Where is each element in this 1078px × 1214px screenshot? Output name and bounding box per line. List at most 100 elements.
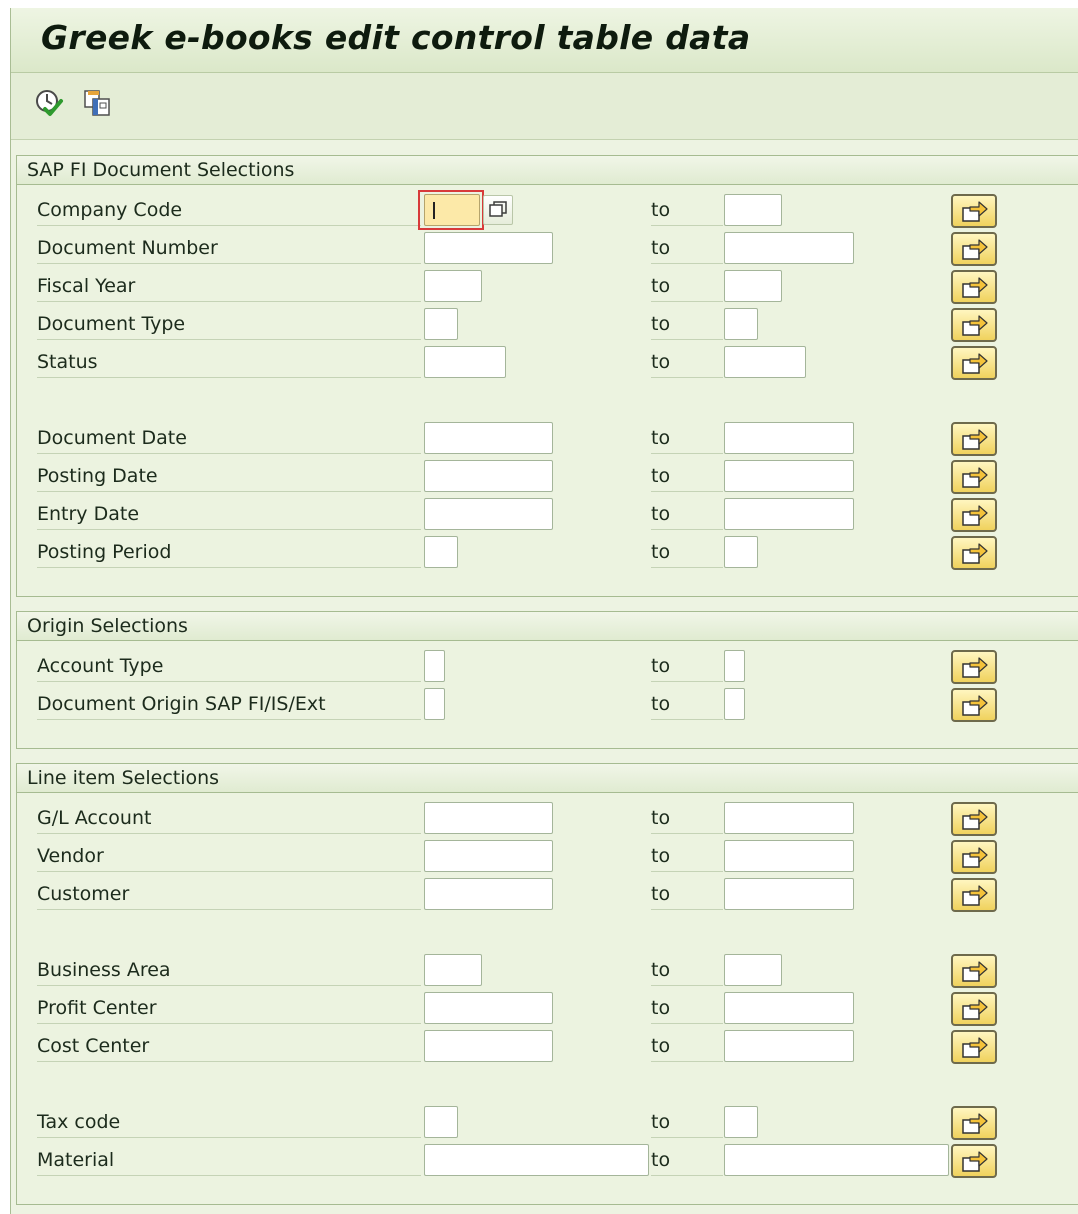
row-posting-date: Posting Date to [17,460,1078,494]
field-label: Posting Period [37,538,421,568]
customer-to-input[interactable] [724,878,854,910]
range-to-label: to [651,424,723,454]
multiple-selection-arrow-icon[interactable] [951,1144,997,1178]
field-label: Entry Date [37,500,421,530]
fiscal-year-from-input[interactable] [424,270,482,302]
multiple-selection-arrow-icon[interactable] [951,498,997,532]
section-title: Line item Selections [17,764,1078,793]
vendor-to-input[interactable] [724,840,854,872]
business-area-from-input[interactable] [424,954,482,986]
status-to-input[interactable] [724,346,806,378]
customer-from-input[interactable] [424,878,553,910]
row-vendor: Vendor to [17,840,1078,874]
material-to-input[interactable] [724,1144,949,1176]
profit-center-to-input[interactable] [724,992,854,1024]
range-to-label: to [651,538,723,568]
range-to-label: to [651,880,723,910]
row-fiscal-year: Fiscal Year to [17,270,1078,304]
posting-date-to-input[interactable] [724,460,854,492]
multiple-selection-arrow-icon[interactable] [951,194,997,228]
application-toolbar [11,73,1078,140]
posting-period-to-input[interactable] [724,536,758,568]
profit-center-from-input[interactable] [424,992,553,1024]
document-type-to-input[interactable] [724,308,758,340]
range-to-label: to [651,500,723,530]
multiple-selection-arrow-icon[interactable] [951,878,997,912]
entry-date-from-input[interactable] [424,498,553,530]
execute-icon[interactable] [33,87,65,119]
tax-code-to-input[interactable] [724,1106,758,1138]
value-help-icon[interactable] [483,195,513,225]
row-gl-account: G/L Account to [17,802,1078,836]
row-document-type: Document Type to [17,308,1078,342]
field-label: Posting Date [37,462,421,492]
document-origin-to-input[interactable] [724,688,745,720]
material-from-input[interactable] [424,1144,649,1176]
status-from-input[interactable] [424,346,506,378]
multiple-selection-arrow-icon[interactable] [951,840,997,874]
section-line-item-selections: Line item Selections G/L Account to Vend… [16,763,1078,1205]
title-bar: Greek e-books edit control table data [11,8,1078,73]
field-label: Document Origin SAP FI/IS/Ext [37,690,421,720]
selection-screen: Greek e-books edit control table data SA… [10,8,1078,1214]
row-entry-date: Entry Date to [17,498,1078,532]
multiple-selection-arrow-icon[interactable] [951,536,997,570]
field-label: Material [37,1146,421,1176]
vendor-from-input[interactable] [424,840,553,872]
multiple-selection-arrow-icon[interactable] [951,1106,997,1140]
multiple-selection-arrow-icon[interactable] [951,232,997,266]
document-date-from-input[interactable] [424,422,553,454]
field-label: Vendor [37,842,421,872]
row-tax-code: Tax code to [17,1106,1078,1140]
field-label: Document Number [37,234,421,264]
field-label: Document Date [37,424,421,454]
multiple-selection-arrow-icon[interactable] [951,308,997,342]
document-number-to-input[interactable] [724,232,854,264]
multiple-selection-arrow-icon[interactable] [951,1030,997,1064]
field-label: Business Area [37,956,421,986]
multiple-selection-arrow-icon[interactable] [951,802,997,836]
company-code-to-input[interactable] [724,194,782,226]
account-type-from-input[interactable] [424,650,445,682]
cost-center-to-input[interactable] [724,1030,854,1062]
field-label: Document Type [37,310,421,340]
get-variant-icon[interactable] [81,87,113,119]
document-number-from-input[interactable] [424,232,553,264]
row-profit-center: Profit Center to [17,992,1078,1026]
document-origin-from-input[interactable] [424,688,445,720]
range-to-label: to [651,348,723,378]
section-title: SAP FI Document Selections [17,156,1078,185]
multiple-selection-arrow-icon[interactable] [951,688,997,722]
range-to-label: to [651,652,723,682]
field-label: Status [37,348,421,378]
multiple-selection-arrow-icon[interactable] [951,270,997,304]
multiple-selection-arrow-icon[interactable] [951,422,997,456]
document-type-from-input[interactable] [424,308,458,340]
multiple-selection-arrow-icon[interactable] [951,650,997,684]
field-label: G/L Account [37,804,421,834]
posting-date-from-input[interactable] [424,460,553,492]
field-label: Fiscal Year [37,272,421,302]
business-area-to-input[interactable] [724,954,782,986]
posting-period-from-input[interactable] [424,536,458,568]
field-label: Cost Center [37,1032,421,1062]
range-to-label: to [651,1146,723,1176]
multiple-selection-arrow-icon[interactable] [951,954,997,988]
fiscal-year-to-input[interactable] [724,270,782,302]
cost-center-from-input[interactable] [424,1030,553,1062]
range-to-label: to [651,234,723,264]
range-to-label: to [651,994,723,1024]
row-posting-period: Posting Period to [17,536,1078,570]
tax-code-from-input[interactable] [424,1106,458,1138]
account-type-to-input[interactable] [724,650,745,682]
multiple-selection-arrow-icon[interactable] [951,992,997,1026]
multiple-selection-arrow-icon[interactable] [951,346,997,380]
document-date-to-input[interactable] [724,422,854,454]
gl-account-from-input[interactable] [424,802,553,834]
range-to-label: to [651,196,723,226]
gl-account-to-input[interactable] [724,802,854,834]
section-sap-fi-document-selections: SAP FI Document Selections Company Code … [16,155,1078,597]
entry-date-to-input[interactable] [724,498,854,530]
field-label: Customer [37,880,421,910]
multiple-selection-arrow-icon[interactable] [951,460,997,494]
